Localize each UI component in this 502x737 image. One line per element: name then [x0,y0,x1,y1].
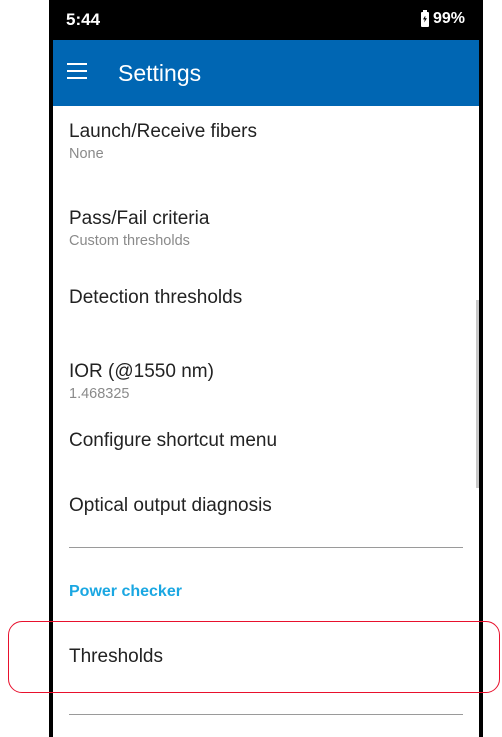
status-time: 5:44 [66,10,101,29]
setting-ior[interactable]: IOR (@1550 nm) 1.468325 [69,360,463,403]
setting-title: Optical output diagnosis [69,495,272,516]
setting-title: IOR (@1550 nm) [69,361,214,382]
setting-title: Launch/Receive fibers [69,121,257,142]
status-battery: 99% [420,9,465,28]
setting-title: Thresholds [69,646,163,667]
setting-value: None [69,146,104,162]
hamburger-menu-icon[interactable] [67,63,87,81]
divider [69,547,463,548]
screen: 5:44 99% Settings Launch/Receive fibers … [49,0,483,737]
battery-charging-icon [420,9,429,27]
divider [69,714,463,715]
scrollbar[interactable] [476,300,479,488]
setting-title: Detection thresholds [69,287,243,308]
setting-optical-output-diagnosis[interactable]: Optical output diagnosis [69,494,463,518]
setting-detection-thresholds[interactable]: Detection thresholds [69,286,463,310]
status-bar: 5:44 99% [53,0,479,40]
device: 5:44 99% Settings Launch/Receive fibers … [0,0,502,737]
setting-title: Configure shortcut menu [69,430,278,451]
setting-value: Custom thresholds [69,233,190,249]
app-bar: Settings [53,40,479,106]
setting-configure-shortcut-menu[interactable]: Configure shortcut menu [69,429,463,453]
setting-thresholds[interactable]: Thresholds [69,645,463,669]
setting-title: Pass/Fail criteria [69,208,210,229]
page-title: Settings [118,60,202,86]
setting-pass-fail-criteria[interactable]: Pass/Fail criteria Custom thresholds [69,207,463,250]
battery-level: 99% [432,10,465,27]
section-header-power-checker: Power checker [69,583,182,600]
setting-value: 1.468325 [69,386,130,402]
setting-launch-receive-fibers[interactable]: Launch/Receive fibers None [69,120,463,163]
